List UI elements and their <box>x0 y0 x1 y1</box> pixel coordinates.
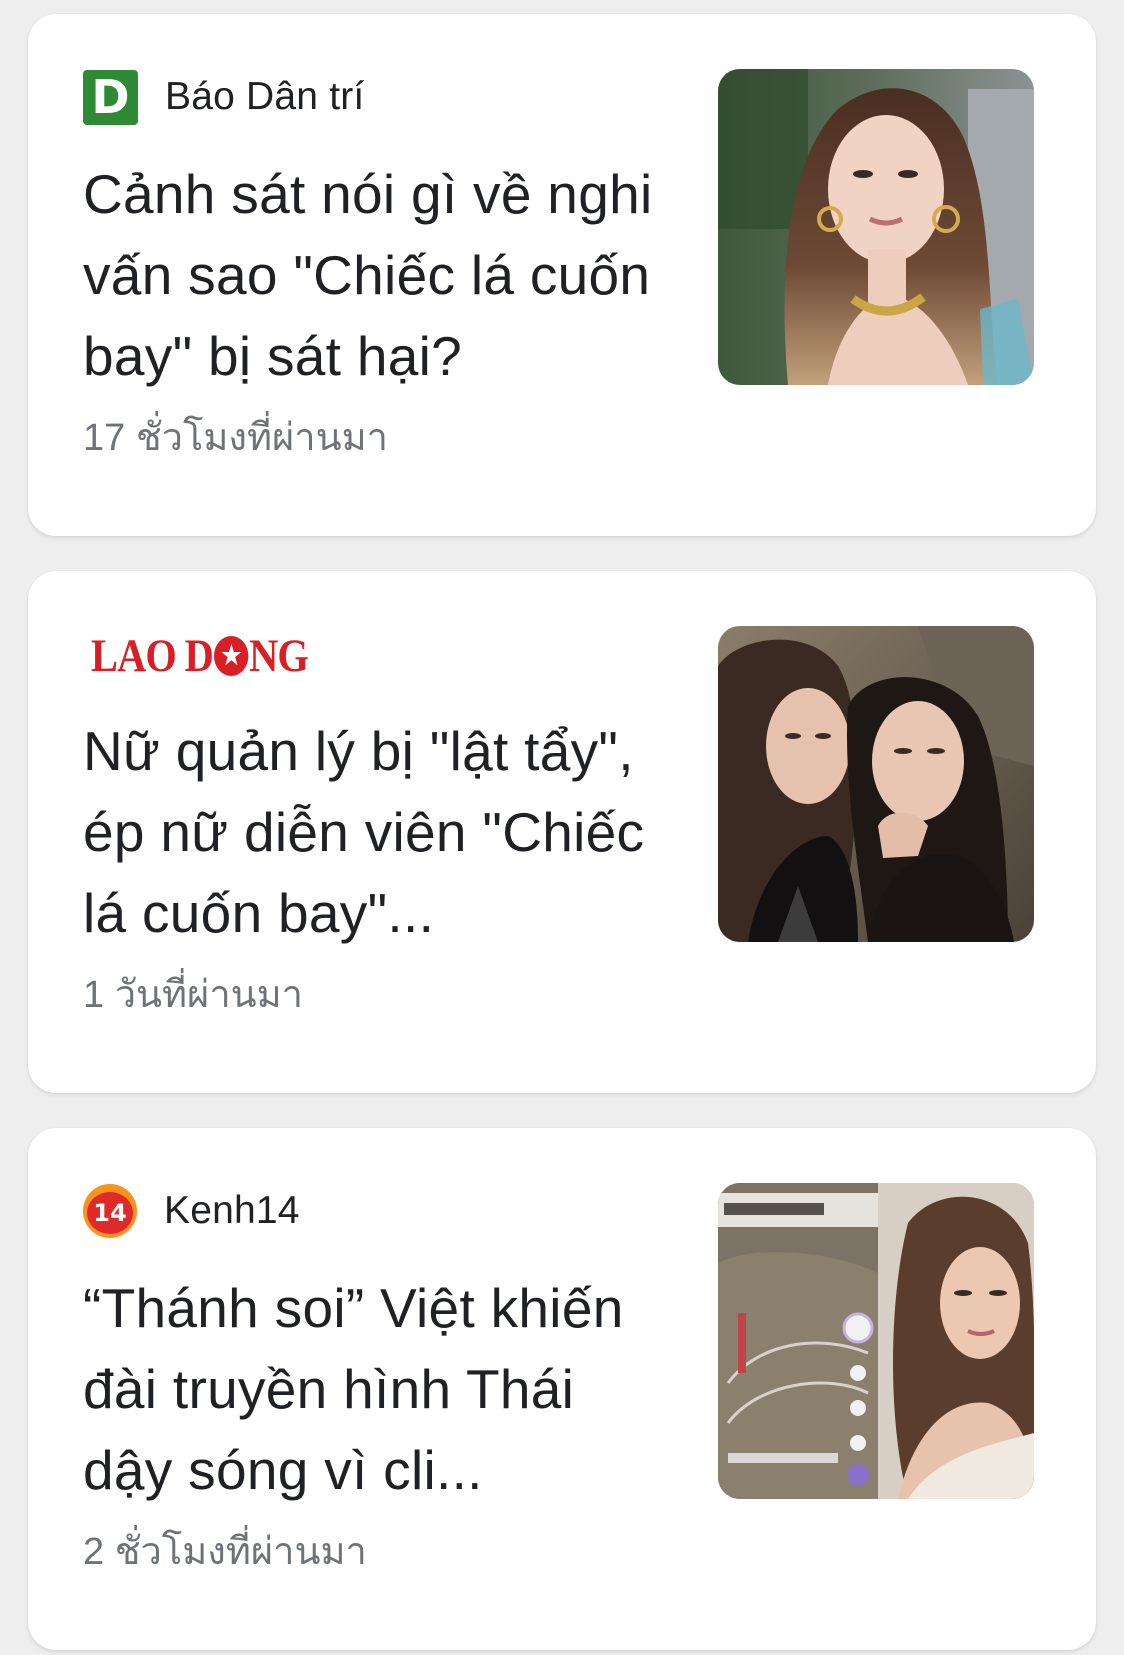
kenh14-logo-icon: 14 <box>83 1184 137 1238</box>
dantri-logo-icon: D <box>83 69 138 125</box>
source-name: Kenh14 <box>164 1189 300 1232</box>
two-women-photo <box>718 626 1034 942</box>
news-card[interactable]: 14 Kenh14 “Thánh soi” Việt khiến đài tru… <box>28 1128 1096 1650</box>
thumbnail-image[interactable] <box>718 69 1034 385</box>
thumbnail-image[interactable] <box>718 1183 1034 1499</box>
portrait-photo <box>718 69 1034 385</box>
news-card[interactable]: D Báo Dân trí Cảnh sát nói gì về nghi vấ… <box>28 14 1096 536</box>
headline[interactable]: Cảnh sát nói gì về nghi vấn sao "Chiếc l… <box>83 154 653 397</box>
headline[interactable]: “Thánh soi” Việt khiến đài truyền hình T… <box>83 1268 653 1511</box>
news-card[interactable]: LAO D ★ NG Nữ quản lý bị "lật tẩy", ép nữ d… <box>28 571 1096 1093</box>
timestamp: 2 ชั่วโมงที่ผ่านมา <box>83 1531 367 1573</box>
timestamp: 1 วันที่ผ่านมา <box>83 974 304 1016</box>
thumbnail-image[interactable] <box>718 626 1034 942</box>
star-icon: ★ <box>213 636 249 676</box>
news-feed: D Báo Dân trí Cảnh sát nói gì về nghi vấ… <box>0 0 1124 1655</box>
source-row: D Báo Dân trí <box>83 69 364 125</box>
headline[interactable]: Nữ quản lý bị "lật tẩy", ép nữ diễn viên… <box>83 711 653 954</box>
source-name: Báo Dân trí <box>165 75 365 118</box>
laodong-logo-icon: LAO D ★ NG <box>91 630 309 682</box>
timestamp: 17 ชั่วโมงที่ผ่านมา <box>83 417 388 459</box>
source-row: 14 Kenh14 <box>83 1183 300 1239</box>
collage-photo <box>718 1183 1034 1499</box>
